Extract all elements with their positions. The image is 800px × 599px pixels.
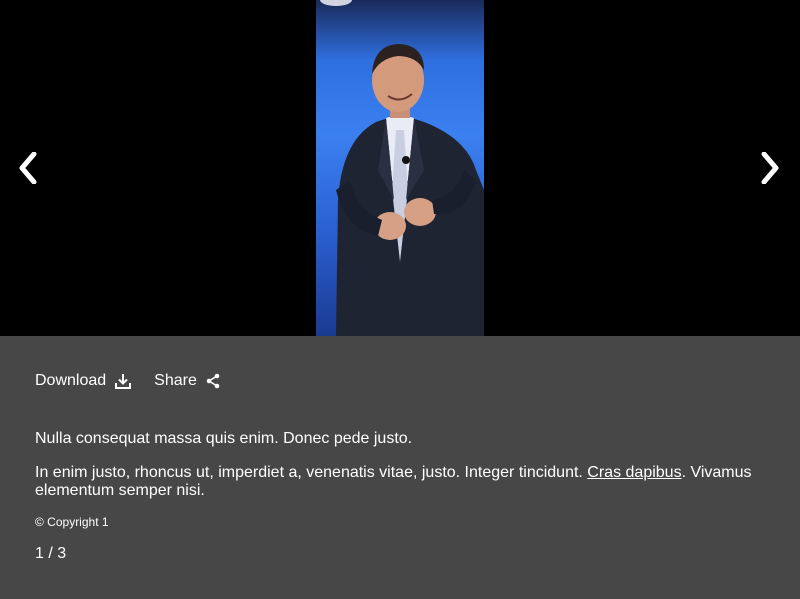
- share-button[interactable]: Share: [154, 372, 221, 390]
- share-label: Share: [154, 372, 197, 389]
- download-label: Download: [35, 372, 107, 389]
- action-bar: Download Share: [35, 372, 221, 390]
- chevron-left-icon: [19, 152, 37, 184]
- image-viewer: Download Share Nulla consequat massa qui…: [0, 0, 800, 599]
- speaker-photo-illustration: [320, 0, 484, 336]
- copyright-text: © Copyright 1: [35, 515, 109, 529]
- image-stage: [0, 0, 800, 336]
- description-line-1: Nulla consequat massa quis enim. Donec p…: [35, 430, 413, 447]
- counter-current: 1: [35, 545, 44, 562]
- gallery-photo: [316, 0, 484, 336]
- previous-image-button[interactable]: [8, 148, 48, 188]
- description-line-2-start: In enim justo, rhoncus ut, imperdiet a, …: [35, 464, 588, 481]
- counter-total: 3: [57, 545, 67, 562]
- download-icon: [115, 374, 132, 389]
- cras-dapibus-link[interactable]: Cras dapibus: [587, 464, 681, 481]
- description-line-2: In enim justo, rhoncus ut, imperdiet a, …: [35, 464, 775, 500]
- share-icon: [206, 373, 220, 389]
- image-description: Nulla consequat massa quis enim. Donec p…: [35, 430, 775, 516]
- next-image-button[interactable]: [750, 148, 790, 188]
- caption-panel: Download Share Nulla consequat massa qui…: [0, 336, 800, 599]
- chevron-right-icon: [761, 152, 779, 184]
- image-counter: 1 / 3: [35, 545, 66, 563]
- download-button[interactable]: Download: [35, 372, 132, 390]
- counter-separator: /: [48, 545, 53, 562]
